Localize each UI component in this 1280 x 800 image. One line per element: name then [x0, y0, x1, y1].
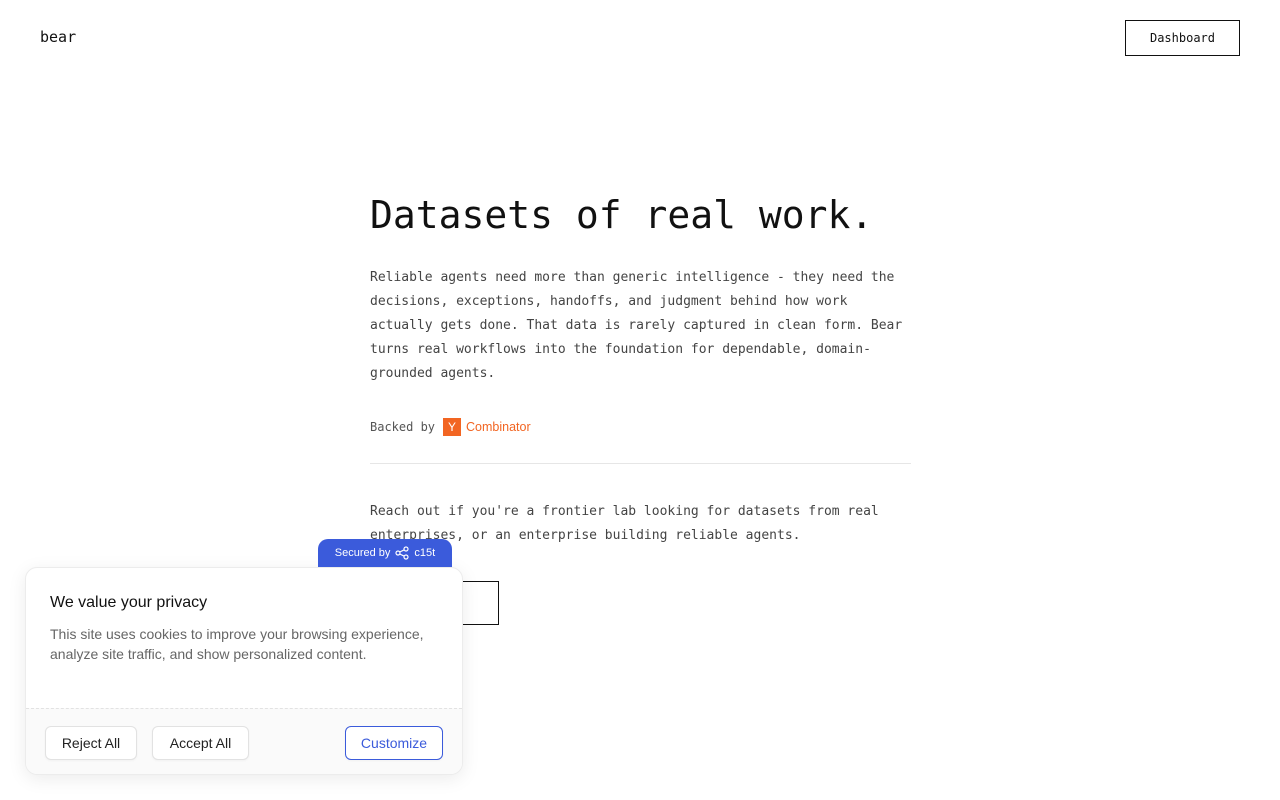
- cookie-title: We value your privacy: [50, 594, 208, 611]
- yc-name[interactable]: Combinator: [466, 420, 531, 434]
- logo[interactable]: bear: [40, 28, 76, 46]
- page-title: Datasets of real work.: [370, 193, 874, 237]
- cookie-consent-dialog: We value your privacy This site uses coo…: [25, 567, 463, 775]
- yc-logo-icon[interactable]: Y: [443, 418, 462, 436]
- accept-all-button[interactable]: Accept All: [152, 726, 249, 760]
- backed-by-label: Backed by: [370, 420, 436, 434]
- page: bear Dashboard Datasets of real work. Re…: [0, 0, 1280, 800]
- secured-by-label: Secured by: [334, 547, 391, 559]
- reject-all-button[interactable]: Reject All: [45, 726, 137, 760]
- secured-by-badge[interactable]: Secured by c15t: [318, 539, 452, 567]
- secured-by-brand: c15t: [414, 547, 436, 559]
- divider: [370, 463, 911, 464]
- c15t-logo-icon: [395, 546, 410, 560]
- cookie-description: This site uses cookies to improve your b…: [50, 626, 424, 662]
- hero-section: Datasets of real work. Reliable agents n…: [370, 192, 915, 548]
- backed-by: Backed by Y Combinator: [370, 417, 915, 437]
- hero-description: Reliable agents need more than generic i…: [370, 270, 903, 381]
- customize-button[interactable]: Customize: [345, 726, 443, 760]
- cookie-actions: Reject All Accept All Customize: [26, 708, 462, 774]
- reach-out-text: Reach out if you're a frontier lab looki…: [370, 504, 879, 543]
- dashboard-button[interactable]: Dashboard: [1125, 20, 1240, 56]
